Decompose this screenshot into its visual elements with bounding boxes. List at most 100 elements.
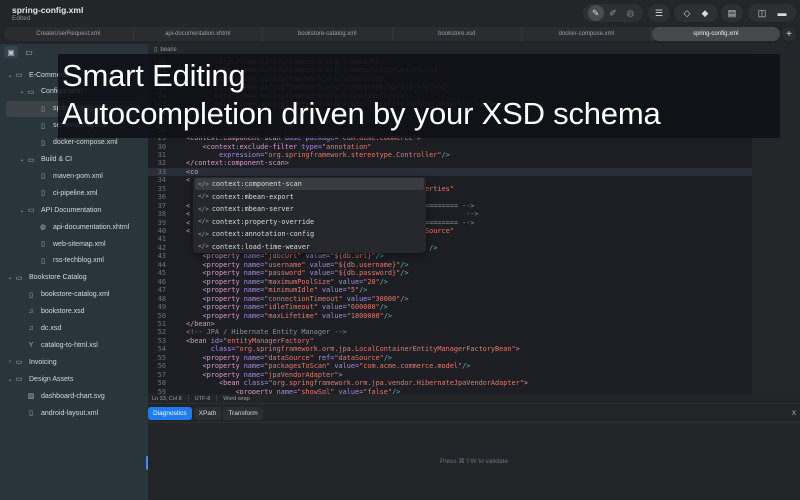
line-number: 53 — [157, 336, 166, 345]
autocomplete-item[interactable]: </> context:property-override — [195, 216, 424, 228]
file-icon: ▯ — [41, 257, 45, 265]
chevron-down-icon[interactable]: ⌄ — [6, 72, 14, 79]
tab-diagnostics[interactable]: Diagnostics — [148, 407, 192, 420]
code-token: name= — [243, 252, 265, 261]
tab-createuserrequest-xml[interactable]: CreateUserRequest.xml — [4, 27, 134, 41]
chevron-right-icon[interactable]: › — [6, 359, 14, 365]
code-token: /> — [383, 311, 393, 320]
code-token: "org.springframework.stereotype.Controll… — [264, 150, 442, 159]
line-number: 40 — [157, 227, 166, 235]
validate-filled-icon[interactable]: ◆ — [697, 5, 713, 21]
folder-item[interactable]: › ▭ Invoicing — [0, 354, 148, 370]
folder-item[interactable]: ⌄ ▭ Design Assets — [0, 371, 148, 387]
code-token: "dataSource" — [334, 353, 384, 362]
chevron-down-icon[interactable]: ⌄ — [18, 156, 26, 163]
code-token: <property — [202, 303, 244, 312]
folder-item[interactable]: ⌄ ▭ API Documentation — [0, 202, 148, 218]
file-item[interactable]: ▨ dashboard-chart.svg — [0, 388, 148, 404]
folder-icon: ▭ — [27, 207, 35, 215]
tab-bookstore-xsd[interactable]: bookstore.xsd — [393, 27, 522, 41]
line-number: 37 — [157, 201, 166, 210]
code-token: class= — [243, 379, 269, 388]
word-wrap[interactable]: Word wrap — [223, 396, 250, 402]
file-item[interactable]: ♫ dc.xsd — [0, 321, 148, 337]
tab-spring-config-xml[interactable]: spring-config.xml — [651, 27, 780, 41]
chevron-down-icon[interactable]: ⌄ — [18, 88, 26, 95]
chevron-down-icon[interactable]: ⌄ — [6, 274, 14, 281]
code-token: /> — [429, 243, 438, 252]
code-token: value= — [338, 277, 364, 286]
code-line: 56 <property name="packagesToScan" value… — [148, 362, 752, 370]
code-token: --> — [466, 210, 479, 219]
code-token: "com.acme.commerce.model" — [359, 362, 463, 371]
tab-xpath[interactable]: XPath — [193, 407, 222, 420]
code-token: <property — [202, 362, 244, 371]
file-item[interactable]: ◍ api-documentation.xhtml — [0, 219, 148, 235]
tab-transform[interactable]: Transform — [223, 407, 263, 420]
line-content: <bean id="entityManagerFactory" — [186, 337, 314, 345]
code-token: "entityManagerFactory" — [223, 336, 314, 345]
code-token: "password" — [264, 269, 310, 278]
code-token: <property — [202, 311, 244, 320]
line-number: 58 — [157, 379, 166, 388]
chevron-down-icon[interactable]: ⌄ — [6, 376, 14, 383]
tree-item-label: web-sitemap.xml — [53, 240, 106, 248]
tab-docker-compose-xml[interactable]: docker-compose.xml — [522, 27, 652, 41]
pen-icon[interactable]: ✎ — [587, 5, 604, 21]
tab-api-documentation-xhtml[interactable]: api-documentation.xhtml — [134, 27, 263, 41]
chevron-down-icon[interactable]: ⌄ — [18, 207, 26, 214]
format-icon[interactable]: ☰ — [652, 5, 666, 21]
file-item[interactable]: ♫ bookstore.xsd — [0, 304, 148, 320]
globe-icon[interactable]: ◍ — [622, 5, 638, 21]
folder-item[interactable]: ⌄ ▭ Build & CI — [0, 152, 148, 168]
file-item[interactable]: ▯ ci-pipeline.xml — [0, 185, 148, 201]
code-token: "annotation" — [321, 142, 372, 151]
autocomplete-item[interactable]: </> context:component-scan — [195, 178, 424, 190]
code-token: ======== --> — [424, 201, 475, 210]
code-line: 54 class="org.springframework.orm.jpa.Lo… — [148, 345, 752, 353]
validate-outline-icon[interactable]: ◇ — [679, 5, 695, 21]
file-item[interactable]: ▯ rss-techblog.xml — [0, 253, 148, 269]
bottom-panel-toggle-icon[interactable]: ▬ — [774, 5, 790, 21]
file-icon: ▯ — [41, 190, 45, 198]
file-icon: ▯ — [29, 410, 33, 417]
file-item[interactable]: Ycatalog-to-html.xsl — [0, 337, 148, 353]
project-icon[interactable]: ▣ — [4, 46, 18, 58]
autocomplete-item[interactable]: </> context:mbean-server — [195, 203, 424, 215]
file-item[interactable]: ▯ web-sitemap.xml — [0, 236, 148, 252]
close-panel-button[interactable]: x — [792, 408, 796, 417]
file-item[interactable]: ▯ bookstore-catalog.xml — [0, 287, 148, 303]
divider — [148, 422, 800, 423]
breadcrumb-item[interactable]: beans — [160, 47, 176, 53]
folder-icon[interactable]: ▭ — [22, 46, 36, 58]
folder-item[interactable]: ⌄ ▭ Bookstore Catalog — [0, 270, 148, 286]
code-token: value= — [321, 303, 347, 312]
code-token: name= — [243, 294, 265, 303]
code-token: value= — [309, 260, 335, 269]
bottom-panel: Diagnostics XPath Transform x Press ⌘⇧W … — [148, 405, 800, 500]
code-token: /> — [400, 260, 409, 269]
code-token: <bean — [218, 379, 244, 388]
globe-icon: ◍ — [39, 224, 47, 232]
signed-pen-icon[interactable]: ✐ — [605, 5, 621, 21]
xsd-doc-icon[interactable]: ▤ — [725, 5, 739, 21]
autocomplete-item[interactable]: </> context:load-time-weaver — [195, 241, 424, 253]
autocomplete-item[interactable]: </> context:annotation-config — [195, 228, 424, 240]
code-line: 30 <context:exclude-filter type="annotat… — [148, 143, 752, 151]
line-number: 51 — [157, 319, 166, 328]
sidebar-toggle-icon[interactable]: ◫ — [754, 5, 770, 21]
autocomplete-item[interactable]: </> context:mbean-export — [195, 191, 424, 203]
code-line: 55 <property name="dataSource" ref="data… — [148, 354, 752, 362]
tab-bookstore-catalog-xml[interactable]: bookstore-catalog.xml — [263, 27, 393, 41]
file-item[interactable]: ▯ maven-pom.xml — [0, 168, 148, 184]
image-icon: ▨ — [27, 393, 35, 401]
line-content: <property name="dataSource" ref="dataSou… — [186, 354, 392, 362]
tag-icon: </> — [198, 218, 209, 225]
add-tab-button[interactable]: + — [782, 27, 796, 41]
file-item[interactable]: ▯ android-layout.xml — [0, 405, 148, 421]
encoding[interactable]: UTF-8 — [195, 396, 211, 402]
